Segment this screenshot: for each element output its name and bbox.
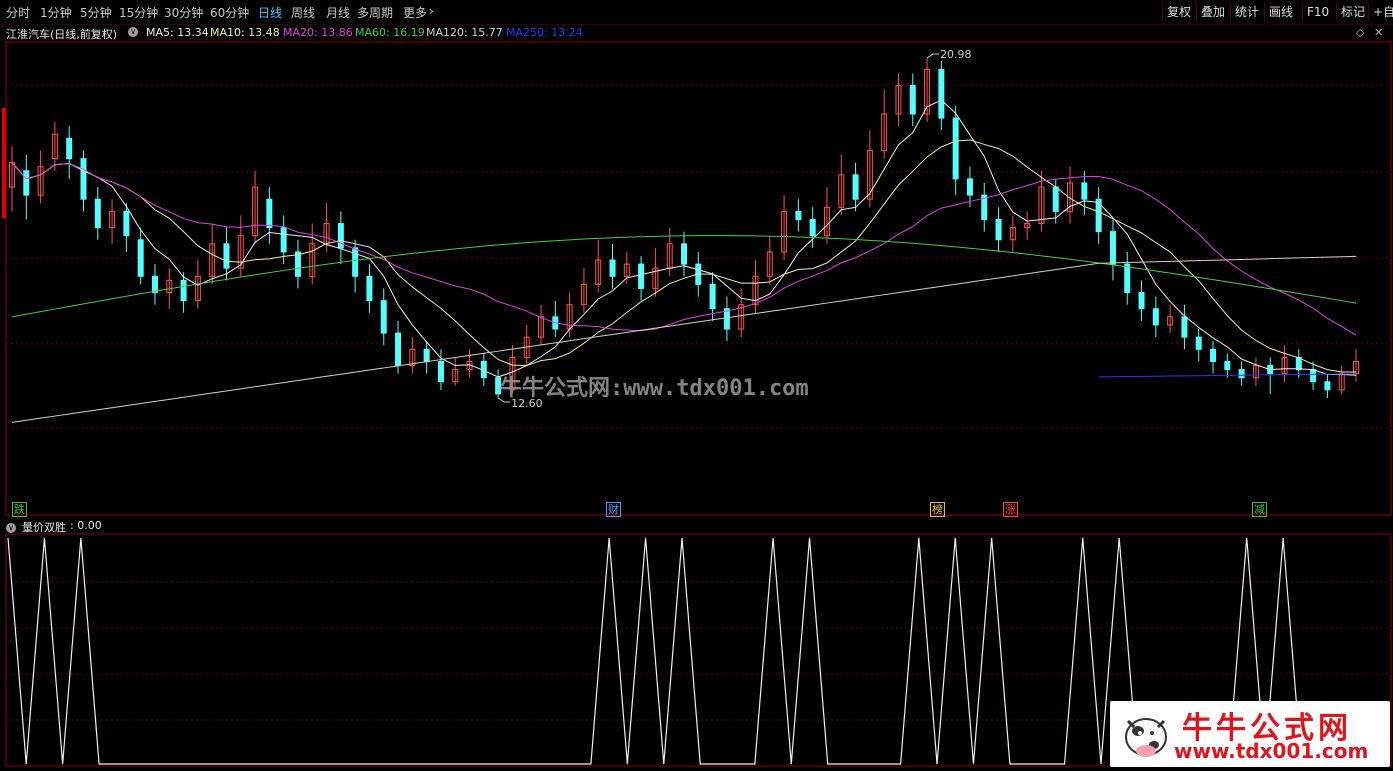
- ma-label-0: MA5: 13.34: [146, 26, 209, 39]
- candle-body: [1224, 360, 1231, 371]
- candle-body: [966, 178, 973, 196]
- candle-body: [266, 198, 273, 229]
- candle-body: [180, 279, 187, 302]
- signal-tag-3[interactable]: 涨: [1003, 502, 1018, 517]
- candle-body: [294, 251, 301, 277]
- close-icon[interactable]: ✕: [1374, 26, 1383, 39]
- candle-body: [1109, 231, 1116, 265]
- candle-body: [280, 227, 287, 253]
- period-tab-2[interactable]: 5分钟: [80, 4, 112, 21]
- period-tab-1[interactable]: 1分钟: [40, 4, 72, 21]
- candle-body: [1195, 336, 1202, 350]
- candle-body: [995, 218, 1002, 241]
- logo-url: www.tdx001.com: [1174, 739, 1369, 763]
- price-marker: [2, 108, 6, 218]
- candle-body: [1181, 316, 1188, 338]
- watermark-text: 牛牛公式网:www.tdx001.com: [500, 376, 809, 401]
- indicator-value: : 0.00: [70, 519, 102, 532]
- candle-body: [423, 348, 430, 362]
- candle-body: [1295, 356, 1302, 371]
- candle-body: [366, 275, 373, 302]
- ma-label-4: MA120: 15.77: [426, 26, 503, 39]
- candle-body: [709, 283, 716, 310]
- signal-tag-4[interactable]: 减: [1252, 502, 1267, 517]
- period-tab-8[interactable]: 月线: [326, 4, 350, 21]
- candle-body: [380, 300, 387, 334]
- candle-body: [1210, 348, 1217, 362]
- period-tab-0[interactable]: 分时: [6, 4, 30, 21]
- candle-body: [66, 137, 73, 160]
- ma-label-3: MA60: 16.19: [355, 26, 425, 39]
- candle-body: [952, 117, 959, 180]
- candle-body: [795, 210, 802, 220]
- candle-body: [1081, 182, 1088, 200]
- candle-body: [1324, 381, 1331, 391]
- toolbar-button-6[interactable]: +自: [1368, 3, 1393, 21]
- toolbar-button-5[interactable]: 标记: [1336, 3, 1369, 21]
- candle-body: [1310, 369, 1317, 383]
- period-tab-6[interactable]: 日线: [258, 4, 282, 21]
- high-marker: [926, 53, 940, 59]
- ma-label-5: MA250: 13.24: [506, 26, 583, 39]
- candle-body: [609, 259, 616, 277]
- signal-tag-1[interactable]: 财: [606, 502, 621, 517]
- ma-label-2: MA20: 13.86: [283, 26, 353, 39]
- candle-body: [437, 360, 444, 383]
- candle-body: [23, 170, 30, 196]
- period-tab-3[interactable]: 15分钟: [119, 4, 158, 21]
- high-label: 20.98: [940, 48, 972, 61]
- candle-body: [1052, 186, 1059, 212]
- stock-title[interactable]: 江淮汽车(日线,前复权): [6, 26, 117, 42]
- candle-body: [395, 332, 402, 367]
- signal-tag-2[interactable]: 榜: [930, 502, 945, 517]
- candle-body: [852, 174, 859, 200]
- candle-body: [638, 263, 645, 289]
- candle-body: [1124, 263, 1131, 294]
- signal-tag-0[interactable]: 跌: [12, 502, 27, 517]
- period-tab-5[interactable]: 60分钟: [210, 4, 249, 21]
- candle-body: [137, 239, 144, 277]
- toolbar-button-4[interactable]: F10: [1302, 3, 1333, 21]
- candle-body: [223, 243, 230, 269]
- candle-body: [123, 210, 130, 237]
- period-tab-9[interactable]: 多周期: [357, 4, 393, 21]
- candle-body: [909, 85, 916, 115]
- candle-body: [1152, 308, 1159, 326]
- candle-body: [1138, 292, 1145, 310]
- toolbar-button-3[interactable]: 画线: [1264, 3, 1297, 21]
- ma-legend-row: 江淮汽车(日线,前复权) ∨ MA5: 13.34 MA10: 13.48 MA20…: [6, 26, 1384, 42]
- period-toolbar: 分时 1分钟 5分钟 15分钟 30分钟 60分钟 日线 周线 月线 多周期 更多 › 复权 叠加 统计 画线…: [0, 0, 1393, 25]
- candle-body: [151, 275, 158, 294]
- toolbar-button-1[interactable]: 叠加: [1196, 3, 1229, 21]
- candle-body: [938, 68, 945, 119]
- chevron-right-icon[interactable]: ›: [429, 4, 434, 18]
- indicator-title[interactable]: 量价双胜: [22, 519, 66, 535]
- candle-body: [94, 198, 101, 229]
- diamond-icon[interactable]: ◇: [1356, 26, 1364, 39]
- candle-body: [80, 158, 87, 200]
- period-tab-7[interactable]: 周线: [291, 4, 315, 21]
- cow-mascot-icon: [1125, 718, 1167, 757]
- ma-label-1: MA10: 13.48: [210, 26, 280, 39]
- toolbar-button-2[interactable]: 统计: [1230, 3, 1263, 21]
- candle-body: [681, 243, 687, 265]
- period-tab-10[interactable]: 更多: [403, 4, 427, 21]
- site-logo: 牛牛公式网 www.tdx001.com: [1110, 701, 1390, 767]
- period-tab-4[interactable]: 30分钟: [164, 4, 203, 21]
- toolbar-button-0[interactable]: 复权: [1162, 3, 1195, 21]
- indicator-collapse-icon[interactable]: ∨: [6, 520, 16, 533]
- candle-body: [1238, 369, 1245, 379]
- candle-body: [352, 247, 359, 277]
- candle-body: [809, 218, 816, 237]
